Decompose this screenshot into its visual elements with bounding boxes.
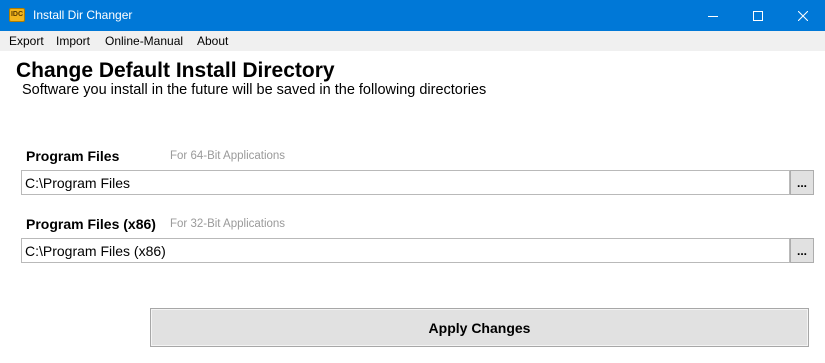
program-files-browse-button[interactable]: ... (790, 170, 814, 195)
page-title: Change Default Install Directory (16, 59, 335, 82)
minimize-icon (707, 11, 718, 21)
program-files-x86-hint: For 32-Bit Applications (170, 218, 286, 230)
minimize-button[interactable] (690, 0, 735, 31)
menu-item-export[interactable]: Export (8, 31, 45, 51)
maximize-icon (752, 10, 763, 21)
menu-bar: Export Import Online-Manual About (0, 31, 825, 51)
program-files-label: Program Files (26, 148, 120, 164)
program-files-input[interactable] (21, 170, 790, 195)
app-icon: IDC (9, 8, 25, 22)
maximize-button[interactable] (735, 0, 780, 31)
title-bar[interactable]: IDC Install Dir Changer (0, 0, 825, 31)
close-button[interactable] (780, 0, 825, 31)
program-files-x86-browse-button[interactable]: ... (790, 238, 814, 263)
app-window: IDC Install Dir Changer Export Import On… (0, 0, 825, 363)
window-title: Install Dir Changer (33, 8, 133, 22)
apply-changes-button[interactable]: Apply Changes (150, 308, 809, 347)
close-icon (797, 10, 808, 21)
menu-item-online-manual[interactable]: Online-Manual (104, 31, 184, 51)
program-files-hint: For 64-Bit Applications (170, 150, 286, 162)
program-files-x86-label: Program Files (x86) (26, 216, 156, 232)
program-files-x86-input[interactable] (21, 238, 790, 263)
menu-item-import[interactable]: Import (55, 31, 91, 51)
menu-item-about[interactable]: About (196, 31, 229, 51)
page-subtitle: Software you install in the future will … (22, 82, 487, 98)
